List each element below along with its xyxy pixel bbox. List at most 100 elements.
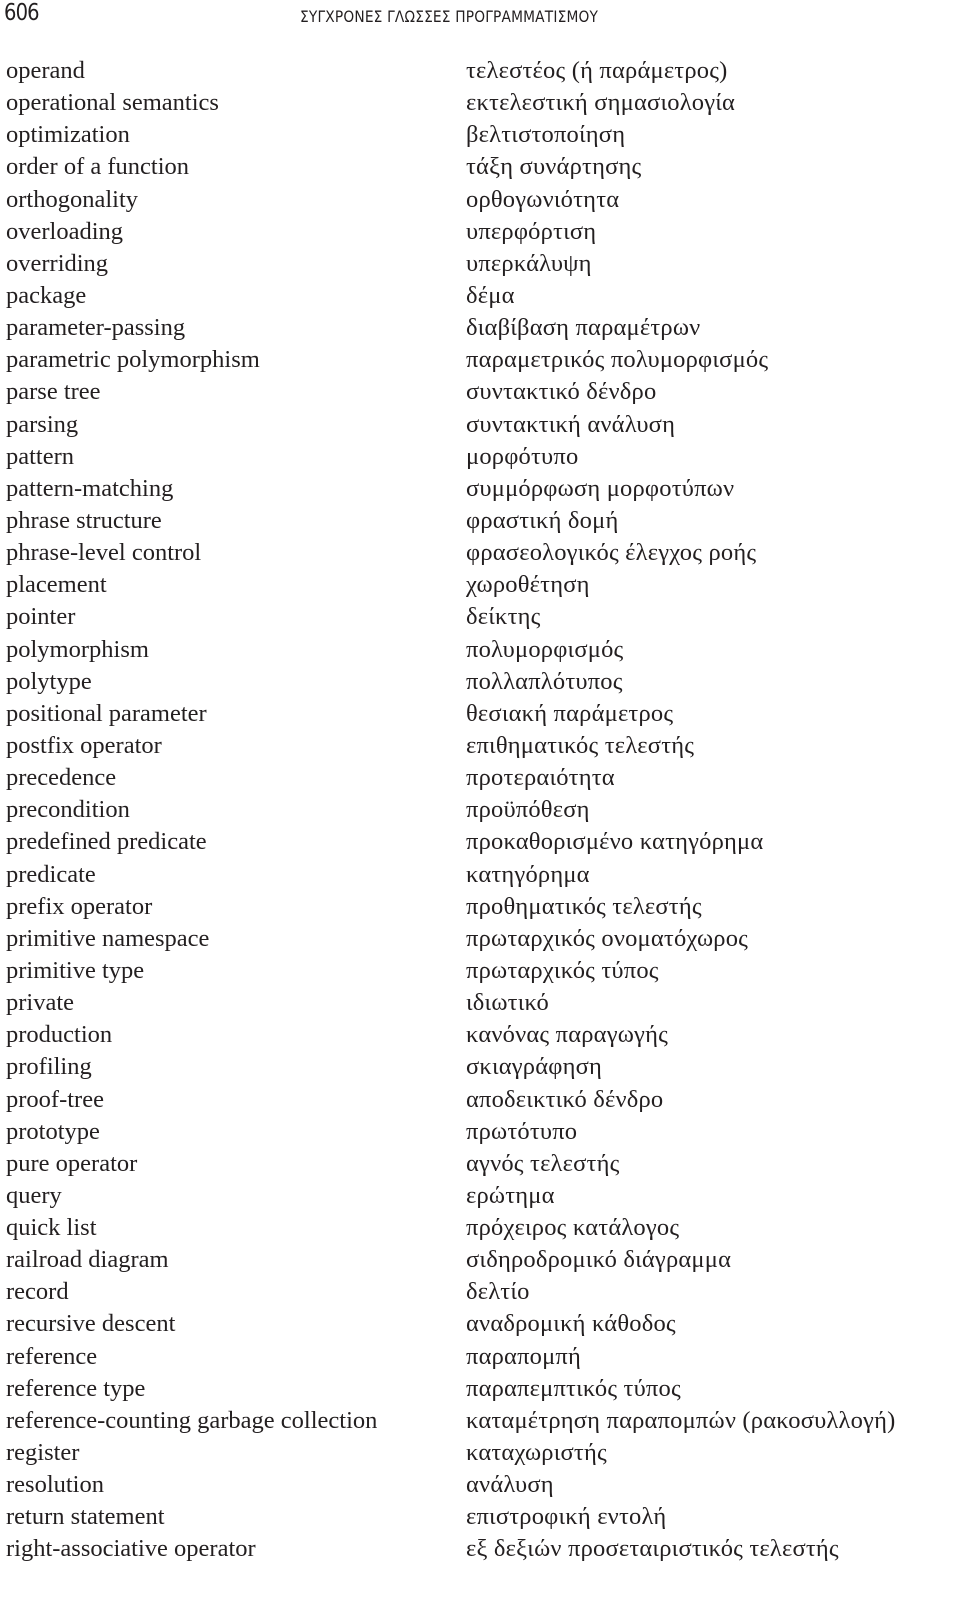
greek-translation: αγνός τελεστής xyxy=(466,1149,620,1177)
greek-translation: θεσιακή παράμετρος xyxy=(466,699,674,727)
glossary-row: recursive descent αναδρομική κάθοδος xyxy=(0,1308,960,1340)
english-term: resolution xyxy=(6,1471,104,1499)
glossary-row: overriding υπερκάλυψη xyxy=(0,248,960,280)
english-term: pointer xyxy=(6,603,76,631)
greek-translation: πρόχειρος κατάλογος xyxy=(466,1214,680,1242)
glossary-row: proof-tree αποδεικτικό δένδρο xyxy=(0,1084,960,1116)
greek-translation: τάξη συνάρτησης xyxy=(466,153,642,181)
glossary-row: railroad diagram σιδηροδρομικό διάγραμμα xyxy=(0,1244,960,1276)
greek-translation: υπερκάλυψη xyxy=(466,249,592,277)
greek-translation: επιστροφική εντολή xyxy=(466,1503,667,1531)
glossary-row: phrase-level control φρασεολογικός έλεγχο… xyxy=(0,537,960,569)
greek-translation: μορφότυπο xyxy=(466,442,579,470)
glossary-row: private ιδιωτικό xyxy=(0,987,960,1019)
greek-translation: παραπεμπτικός τύπος xyxy=(466,1374,681,1402)
glossary-row: precedence προτεραιότητα xyxy=(0,762,960,794)
running-title: ΣΥΓΧΡΟΝΕΣ ΓΛΩΣΣΕΣ ΠΡΟΓΡΑΜΜΑΤΙΣΜΟΥ xyxy=(300,7,599,26)
glossary-row: operational semantics εκτελεστική σημασιο… xyxy=(0,87,960,119)
greek-translation: διαβίβαση παραμέτρων xyxy=(466,314,701,342)
glossary-row: optimization βελτιστοποίηση xyxy=(0,119,960,151)
glossary-row: predefined predicate προκαθορισμένο κατηγ… xyxy=(0,826,960,858)
greek-translation: εξ δεξιών προσεταιριστικός τελεστής xyxy=(466,1535,839,1563)
glossary-row: primitive namespace πρωταρχικός ονοματόχω… xyxy=(0,923,960,955)
greek-translation: πολυμορφισμός xyxy=(466,635,624,663)
glossary-row: pointer δείκτης xyxy=(0,601,960,633)
greek-translation: καταμέτρηση παραπομπών (ρακοσυλλογή) xyxy=(466,1406,896,1434)
english-term: overriding xyxy=(6,249,109,277)
english-term: orthogonality xyxy=(6,185,139,213)
greek-translation: πρωτότυπο xyxy=(466,1117,578,1145)
greek-translation: ανάλυση xyxy=(466,1471,554,1499)
glossary-row: parameter-passing διαβίβαση παραμέτρων xyxy=(0,312,960,344)
glossary-row: prefix operator προθηματικός τελεστής xyxy=(0,891,960,923)
glossary-row: quick list πρόχειρος κατάλογος xyxy=(0,1212,960,1244)
english-term: order of a function xyxy=(6,153,189,181)
greek-translation: βελτιστοποίηση xyxy=(466,121,626,149)
glossary-row: phrase structure φραστική δομή xyxy=(0,505,960,537)
english-term: phrase structure xyxy=(6,506,162,534)
greek-translation: τελεστέος (ή παράμετρος) xyxy=(466,57,728,84)
glossary-row: pattern-matching συμμόρφωση μορφοτύπων xyxy=(0,473,960,505)
english-term: query xyxy=(6,1181,62,1209)
glossary-row: profiling σκιαγράφηση xyxy=(0,1051,960,1083)
english-term: return statement xyxy=(6,1503,165,1531)
english-term: reference-counting garbage collection xyxy=(6,1406,378,1434)
greek-translation: ιδιωτικό xyxy=(466,989,549,1017)
english-term: register xyxy=(6,1439,80,1467)
glossary-row: positional parameter θεσιακή παράμετρος xyxy=(0,698,960,730)
glossary-list: operand τελεστέος (ή παράμετρος) operation… xyxy=(0,55,960,1566)
glossary-row: parsing συντακτική ανάλυση xyxy=(0,409,960,441)
english-term: production xyxy=(6,1021,113,1049)
english-term: quick list xyxy=(6,1214,97,1242)
english-term: prototype xyxy=(6,1117,100,1145)
greek-translation: ερώτημα xyxy=(466,1181,555,1209)
glossary-row: production κανόνας παραγωγής xyxy=(0,1019,960,1051)
greek-translation: καταχωριστής xyxy=(466,1439,607,1467)
glossary-row: order of a function τάξη συνάρτησης xyxy=(0,151,960,183)
glossary-row: reference παραπομπή xyxy=(0,1341,960,1373)
english-term: placement xyxy=(6,571,107,599)
english-term: operational semantics xyxy=(6,89,219,117)
greek-translation: προτεραιότητα xyxy=(466,764,615,792)
glossary-row: postfix operator επιθηματικός τελεστής xyxy=(0,730,960,762)
greek-translation: σιδηροδρομικό διάγραμμα xyxy=(466,1246,732,1274)
english-term: parametric polymorphism xyxy=(6,346,260,374)
greek-translation: κανόνας παραγωγής xyxy=(466,1021,668,1049)
glossary-row: primitive type πρωταρχικός τύπος xyxy=(0,955,960,987)
glossary-row: query ερώτημα xyxy=(0,1180,960,1212)
glossary-row: pattern μορφότυπο xyxy=(0,441,960,473)
english-term: parse tree xyxy=(6,378,101,406)
glossary-row: polymorphism πολυμορφισμός xyxy=(0,634,960,666)
english-term: positional parameter xyxy=(6,699,207,727)
page-number: 606 xyxy=(4,0,40,26)
glossary-row: overloading υπερφόρτιση xyxy=(0,216,960,248)
english-term: overloading xyxy=(6,217,124,245)
english-term: operand xyxy=(6,57,85,84)
glossary-row: record δελτίο xyxy=(0,1276,960,1308)
english-term: precedence xyxy=(6,764,117,792)
glossary-row: parse tree συντακτικό δένδρο xyxy=(0,376,960,408)
greek-translation: πρωταρχικός ονοματόχωρος xyxy=(466,924,749,952)
english-term: parsing xyxy=(6,410,79,438)
greek-translation: παραπομπή xyxy=(466,1342,582,1370)
greek-translation: δελτίο xyxy=(466,1278,530,1306)
english-term: package xyxy=(6,281,87,309)
page-header: 606 ΣΥΓΧΡΟΝΕΣ ΓΛΩΣΣΕΣ ΠΡΟΓΡΑΜΜΑΤΙΣΜΟΥ xyxy=(0,0,960,40)
glossary-row: polytype πολλαπλότυπος xyxy=(0,666,960,698)
english-term: record xyxy=(6,1278,69,1306)
english-term: primitive namespace xyxy=(6,924,210,952)
glossary-row: return statement επιστροφική εντολή xyxy=(0,1501,960,1533)
greek-translation: δέμα xyxy=(466,281,515,309)
glossary-row: reference type παραπεμπτικός τύπος xyxy=(0,1373,960,1405)
glossary-row: prototype πρωτότυπο xyxy=(0,1116,960,1148)
greek-translation: αποδεικτικό δένδρο xyxy=(466,1085,664,1113)
english-term: private xyxy=(6,989,75,1017)
english-term: pattern-matching xyxy=(6,474,174,502)
glossary-row: pure operator αγνός τελεστής xyxy=(0,1148,960,1180)
english-term: right-associative operator xyxy=(6,1535,256,1563)
english-term: recursive descent xyxy=(6,1310,176,1338)
greek-translation: φρασεολογικός έλεγχος ροής xyxy=(466,539,757,567)
greek-translation: πολλαπλότυπος xyxy=(466,667,623,695)
glossary-row: resolution ανάλυση xyxy=(0,1469,960,1501)
greek-translation: συμμόρφωση μορφοτύπων xyxy=(466,474,735,502)
